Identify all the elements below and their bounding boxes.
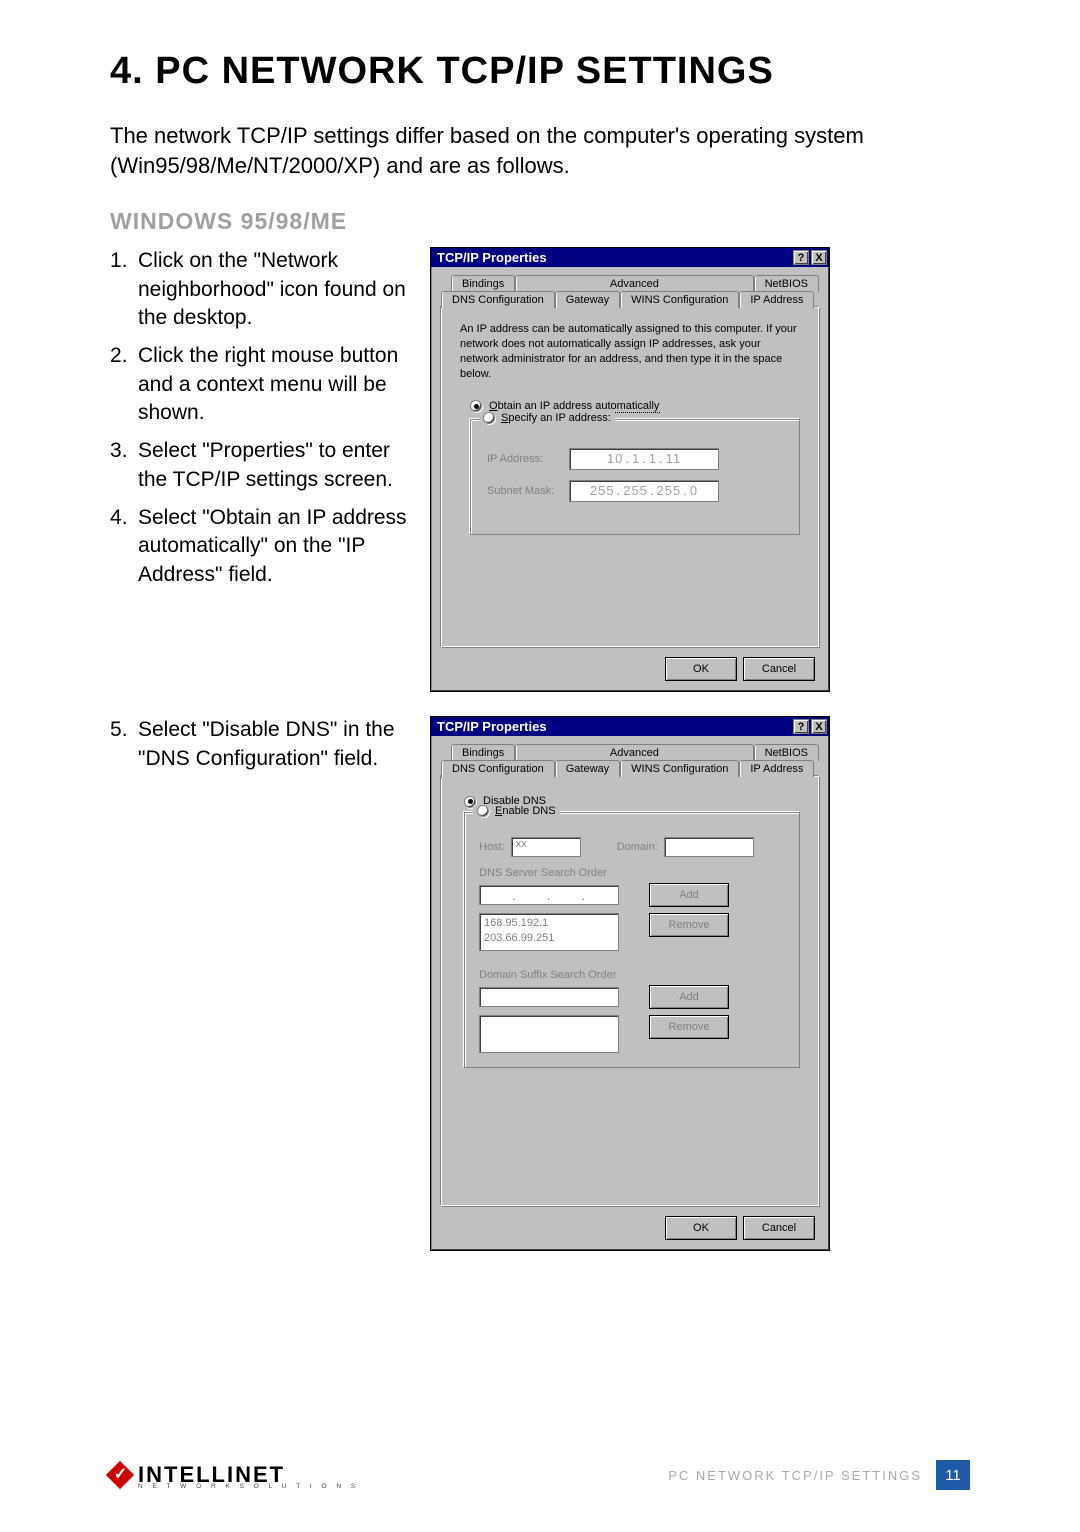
page-number: 11: [936, 1460, 970, 1490]
close-icon: X: [815, 252, 822, 264]
tab-row-front: DNS Configuration Gateway WINS Configura…: [441, 760, 819, 777]
domain-label: Domain:: [617, 841, 658, 853]
tcpip-properties-dialog-ip: TCP/IP Properties ? X Bindings Advanced …: [430, 247, 830, 692]
brand-logo-icon: [106, 1461, 134, 1489]
instruction-column: Click on the "Network neighborhood" icon…: [110, 247, 410, 599]
tab-advanced[interactable]: Advanced: [515, 275, 753, 292]
radio-enable-dns[interactable]: Enable DNS: [473, 805, 560, 817]
tab-dns-configuration[interactable]: DNS Configuration: [441, 291, 555, 308]
specify-ip-group: Specify an IP address: IP Address: 10. 1…: [470, 419, 800, 535]
instruction-column: Select "Disable DNS" in the "DNS Configu…: [110, 716, 410, 783]
document-page: 4. PC NETWORK TCP/IP SETTINGS The networ…: [0, 0, 1080, 1251]
radio-auto-label: btain an IP address automatically: [498, 400, 660, 412]
tab-netbios[interactable]: NetBIOS: [754, 275, 819, 292]
close-icon: X: [815, 721, 822, 733]
ip-address-input[interactable]: 10. 1. 1. 11: [569, 448, 719, 470]
domain-suffix-order-label: Domain Suffix Search Order: [479, 969, 785, 981]
subnet-mask-input[interactable]: 255. 255. 255. 0: [569, 480, 719, 502]
dialog-title: TCP/IP Properties: [437, 250, 547, 265]
step-1: Click on the "Network neighborhood" icon…: [110, 247, 410, 332]
radio-icon: [477, 805, 489, 817]
dns-config-panel: Disable DNS Enable DNS Host: xx Domain:: [441, 776, 819, 1206]
tab-row-back: Bindings Advanced NetBIOS: [441, 275, 819, 292]
brand-name: INTELLINET: [138, 1465, 285, 1485]
tab-ip-address[interactable]: IP Address: [739, 760, 814, 777]
dialog-body: Bindings Advanced NetBIOS DNS Configurat…: [431, 736, 829, 1250]
ok-button[interactable]: OK: [665, 1216, 737, 1240]
step-2: Click the right mouse button and a conte…: [110, 342, 410, 427]
ok-button[interactable]: OK: [665, 657, 737, 681]
ip-description: An IP address can be automatically assig…: [460, 322, 800, 381]
radio-icon: [483, 412, 495, 424]
step-4: Select "Obtain an IP address automatical…: [110, 504, 410, 589]
page-footer: INTELLINET N E T W O R K S O L U T I O N…: [110, 1460, 970, 1490]
section-subheading: WINDOWS 95/98/ME: [110, 208, 970, 235]
help-button[interactable]: ?: [793, 250, 809, 265]
dialog-title: TCP/IP Properties: [437, 719, 547, 734]
help-icon: ?: [798, 252, 805, 264]
suffix-remove-button[interactable]: Remove: [649, 1015, 729, 1039]
suffix-add-button[interactable]: Add: [649, 985, 729, 1009]
dns-add-button[interactable]: Add: [649, 883, 729, 907]
tab-advanced[interactable]: Advanced: [515, 744, 753, 761]
dialog-body: Bindings Advanced NetBIOS DNS Configurat…: [431, 267, 829, 691]
tab-wins-configuration[interactable]: WINS Configuration: [620, 760, 739, 777]
cancel-button[interactable]: Cancel: [743, 1216, 815, 1240]
help-button[interactable]: ?: [793, 719, 809, 734]
dns-server-order-label: DNS Server Search Order: [479, 867, 785, 879]
tab-gateway[interactable]: Gateway: [555, 760, 620, 777]
dns-remove-button[interactable]: Remove: [649, 913, 729, 937]
step-5: Select "Disable DNS" in the "DNS Configu…: [110, 716, 410, 773]
tab-bindings[interactable]: Bindings: [451, 744, 515, 761]
brand-block: INTELLINET N E T W O R K S O L U T I O N…: [110, 1465, 359, 1490]
tab-row-back: Bindings Advanced NetBIOS: [441, 744, 819, 761]
footer-section-label: PC NETWORK TCP/IP SETTINGS: [668, 1468, 922, 1483]
dns-server-input[interactable]: . . .: [479, 885, 619, 905]
tcpip-properties-dialog-dns: TCP/IP Properties ? X Bindings Advanced …: [430, 716, 830, 1251]
section-dns: Select "Disable DNS" in the "DNS Configu…: [110, 716, 970, 1251]
radio-specify[interactable]: Specify an IP address:: [479, 412, 615, 424]
radio-icon: [470, 400, 482, 412]
page-heading: 4. PC NETWORK TCP/IP SETTINGS: [110, 50, 970, 93]
enable-dns-group: Enable DNS Host: xx Domain: DNS Server S…: [464, 812, 800, 1068]
brand-tagline: N E T W O R K S O L U T I O N S: [138, 1483, 359, 1490]
domain-input[interactable]: [664, 837, 754, 857]
ip-address-panel: An IP address can be automatically assig…: [441, 307, 819, 647]
tab-gateway[interactable]: Gateway: [555, 291, 620, 308]
host-input[interactable]: xx: [511, 837, 581, 857]
dns-server-list[interactable]: 168.95.192.1 203.66.99.251: [479, 913, 619, 951]
suffix-input[interactable]: [479, 987, 619, 1007]
dialog-titlebar: TCP/IP Properties ? X: [431, 248, 829, 267]
suffix-list[interactable]: [479, 1015, 619, 1053]
subnet-mask-label: Subnet Mask:: [487, 485, 557, 497]
section-ip-address: Click on the "Network neighborhood" icon…: [110, 247, 970, 692]
close-button[interactable]: X: [811, 250, 827, 265]
tab-netbios[interactable]: NetBIOS: [754, 744, 819, 761]
host-label: Host:: [479, 841, 505, 853]
ip-address-label: IP Address:: [487, 453, 557, 465]
close-button[interactable]: X: [811, 719, 827, 734]
tab-row-front: DNS Configuration Gateway WINS Configura…: [441, 291, 819, 308]
help-icon: ?: [798, 721, 805, 733]
instruction-list-a: Click on the "Network neighborhood" icon…: [110, 247, 410, 589]
intro-paragraph: The network TCP/IP settings differ based…: [110, 121, 970, 180]
tab-ip-address[interactable]: IP Address: [739, 291, 814, 309]
tab-dns-configuration[interactable]: DNS Configuration: [441, 760, 555, 778]
instruction-list-b: Select "Disable DNS" in the "DNS Configu…: [110, 716, 410, 773]
tab-wins-configuration[interactable]: WINS Configuration: [620, 291, 739, 308]
step-3: Select "Properties" to enter the TCP/IP …: [110, 437, 410, 494]
dialog-titlebar: TCP/IP Properties ? X: [431, 717, 829, 736]
cancel-button[interactable]: Cancel: [743, 657, 815, 681]
tab-bindings[interactable]: Bindings: [451, 275, 515, 292]
